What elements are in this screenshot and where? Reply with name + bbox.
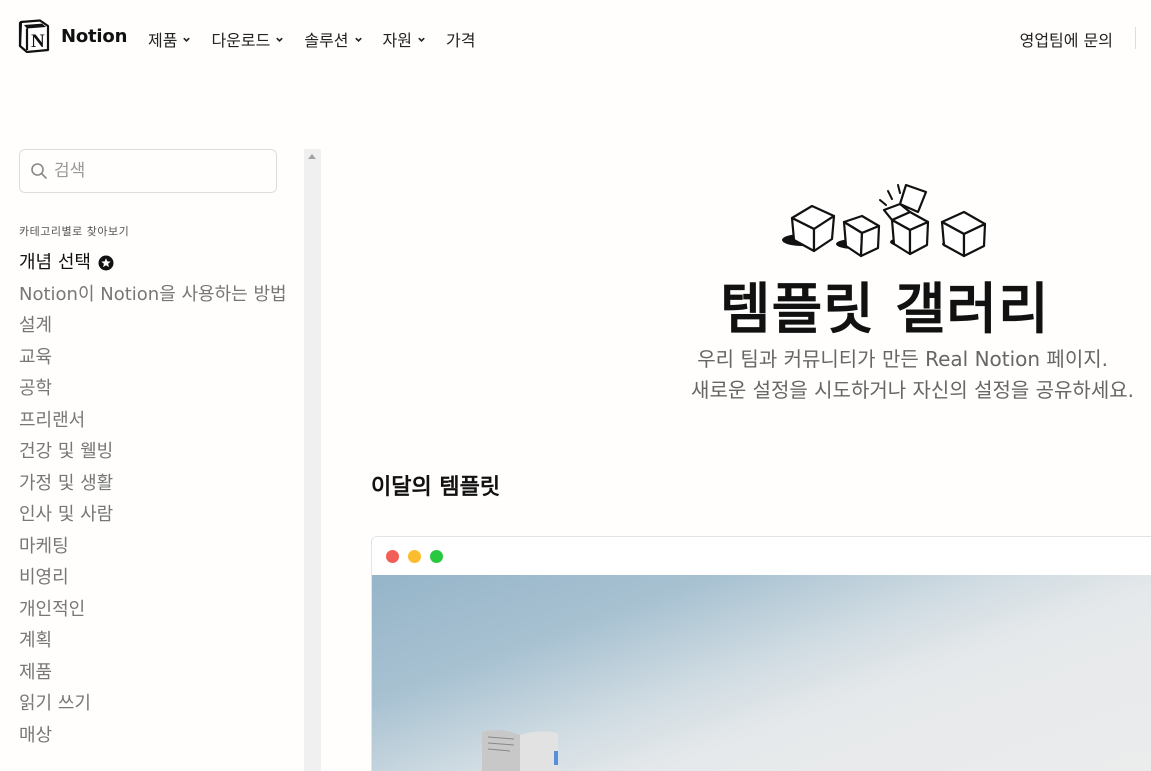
chevron-down-icon xyxy=(183,37,191,42)
category-item[interactable]: 읽기 쓰기 xyxy=(19,691,289,717)
category-list: 개념 선택 Notion이 Notion을 사용하는 방법 설계 교육 공학 프… xyxy=(19,250,289,754)
book-illustration-icon xyxy=(482,730,558,771)
nav-item-product[interactable]: 제품 xyxy=(148,27,191,51)
window-close-dot xyxy=(386,549,399,563)
header-divider xyxy=(1135,27,1136,49)
nav-item-solutions[interactable]: 솔루션 xyxy=(304,27,362,51)
category-item[interactable]: 계획 xyxy=(19,628,289,654)
notion-logo[interactable]: N Notion xyxy=(18,19,127,53)
category-item[interactable]: 마케팅 xyxy=(19,534,289,560)
svg-text:N: N xyxy=(31,31,45,52)
category-item[interactable]: 매상 xyxy=(19,723,289,749)
category-item[interactable]: 공학 xyxy=(19,376,289,402)
category-item[interactable]: 인사 및 사람 xyxy=(19,502,289,528)
nav-item-download[interactable]: 다운로드 xyxy=(211,27,284,51)
search-input[interactable] xyxy=(54,161,254,181)
category-item[interactable]: 가정 및 생활 xyxy=(19,471,289,497)
cubes-illustration-icon xyxy=(782,183,987,258)
category-item[interactable]: Notion이 Notion을 사용하는 방법 xyxy=(19,282,289,308)
nav-item-label: 다운로드 xyxy=(211,31,271,50)
chevron-down-icon xyxy=(354,37,362,42)
preview-image xyxy=(372,575,1151,771)
category-item[interactable]: 건강 및 웰빙 xyxy=(19,439,289,465)
category-heading: 카테고리별로 찾아보기 xyxy=(19,225,130,238)
featured-template-preview[interactable] xyxy=(371,536,1151,771)
category-item[interactable]: 설계 xyxy=(19,313,289,339)
search-icon xyxy=(31,163,47,179)
window-maximize-dot xyxy=(430,549,443,563)
window-minimize-dot xyxy=(408,549,421,563)
brand-name: Notion xyxy=(61,25,128,47)
category-item[interactable]: 프리랜서 xyxy=(19,408,289,434)
nav-item-label: 제품 xyxy=(148,31,178,50)
category-item[interactable]: 교육 xyxy=(19,345,289,371)
nav-item-label: 자원 xyxy=(382,31,412,50)
nav-item-label: 솔루션 xyxy=(304,31,349,50)
category-item[interactable]: 제품 xyxy=(19,660,289,686)
top-header: N Notion 제품 다운로드 솔루션 자원 가격 영업팀에 문의 xyxy=(0,0,1151,76)
category-item[interactable]: 개인적인 xyxy=(19,597,289,623)
search-box[interactable] xyxy=(19,149,277,193)
nav-item-resources[interactable]: 자원 xyxy=(383,27,426,51)
nav-item-pricing[interactable]: 가격 xyxy=(446,27,475,51)
window-titlebar xyxy=(372,537,1151,575)
nav-item-label: 가격 xyxy=(445,31,476,50)
contact-sales-link[interactable]: 영업팀에 문의 xyxy=(1020,27,1113,51)
category-label: 개념 선택 xyxy=(19,252,91,273)
page-title: 템플릿 갤러리 xyxy=(720,277,1050,341)
sidebar-scrollbar[interactable] xyxy=(304,149,321,771)
notion-logo-icon: N xyxy=(18,19,50,53)
main-nav: 제품 다운로드 솔루션 자원 가격 xyxy=(148,27,495,51)
category-item[interactable]: 비영리 xyxy=(19,565,289,591)
category-item-featured[interactable]: 개념 선택 xyxy=(19,250,289,276)
section-title: 이달의 템플릿 xyxy=(371,475,501,500)
star-badge-icon xyxy=(98,255,114,271)
hero-subtitle: 우리 팀과 커뮤니티가 만든 Real Notion 페이지. xyxy=(697,347,1108,371)
category-sidebar: 카테고리별로 찾아보기 개념 선택 Notion이 Notion을 사용하는 방… xyxy=(0,149,304,771)
hero-subtitle: 새로운 설정을 시도하거나 자신의 설정을 공유하세요. xyxy=(691,378,1134,402)
scroll-up-arrow-icon[interactable] xyxy=(308,154,316,159)
chevron-down-icon xyxy=(276,37,284,42)
chevron-down-icon xyxy=(418,37,425,42)
